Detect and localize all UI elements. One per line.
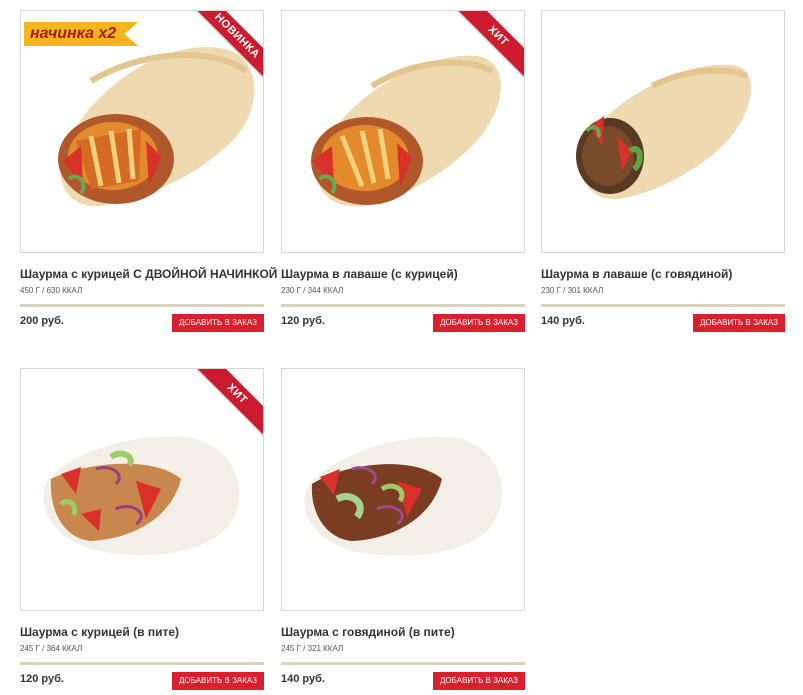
product-weight-kcal: 450 Г / 630 ККАЛ [20,286,83,295]
product-price: 120 руб. [20,673,64,685]
product-title[interactable]: Шаурма в лаваше (с курицей) [281,267,525,282]
add-to-order-button[interactable]: ДОБАВИТЬ В ЗАКАЗ [433,672,525,690]
ribbon-corner: ХИТ [454,11,524,81]
product-image[interactable]: начинка x2 НОВИНКА [20,10,264,253]
shawarma-wrap-image [576,64,751,200]
product-title[interactable]: Шаурма в лаваше (с говядиной) [541,267,785,282]
product-image[interactable] [281,368,525,611]
product-price: 140 руб. [541,315,585,327]
divider [541,304,785,307]
price-row: 120 руб. ДОБАВИТЬ В ЗАКАЗ [281,314,525,332]
product-card: ХИТ Шаурма с курицей (в пите) 245 Г / 36… [20,368,264,690]
product-weight-kcal: 245 Г / 321 ККАЛ [281,644,344,653]
price-row: 120 руб. ДОБАВИТЬ В ЗАКАЗ [20,672,264,690]
hit-ribbon: ХИТ [455,11,524,79]
product-card: Шаурма в лаваше (с говядиной) 230 Г / 30… [541,10,785,332]
ribbon-corner: НОВИНКА [193,11,263,81]
product-card: начинка x2 НОВИНКА Шаурма с курицей С ДВ… [20,10,277,332]
product-weight-kcal: 230 Г / 344 ККАЛ [281,286,344,295]
product-title[interactable]: Шаурма с говядиной (в пите) [281,625,525,640]
product-price: 120 руб. [281,315,325,327]
product-card: ХИТ Шаурма в лаваше (с курицей) 230 Г / … [281,10,525,332]
pita-shawarma-image [304,436,502,556]
add-to-order-button[interactable]: ДОБАВИТЬ В ЗАКАЗ [433,314,525,332]
ribbon-corner: ХИТ [193,369,263,439]
product-card: Шаурма с говядиной (в пите) 245 Г / 321 … [281,368,525,690]
add-to-order-button[interactable]: ДОБАВИТЬ В ЗАКАЗ [693,314,785,332]
divider [281,662,525,665]
divider [20,304,264,307]
divider [281,304,525,307]
product-weight-kcal: 230 Г / 301 ККАЛ [541,286,604,295]
product-weight-kcal: 245 Г / 364 ККАЛ [20,644,83,653]
price-row: 140 руб. ДОБАВИТЬ В ЗАКАЗ [281,672,525,690]
hit-ribbon: ХИТ [194,369,263,437]
product-image[interactable] [541,10,785,253]
new-ribbon: НОВИНКА [194,11,263,79]
product-title[interactable]: Шаурма с курицей (в пите) [20,625,264,640]
product-title[interactable]: Шаурма с курицей С ДВОЙНОЙ НАЧИНКОЙ [20,267,277,282]
product-price: 200 руб. [20,315,64,327]
price-row: 200 руб. ДОБАВИТЬ В ЗАКАЗ [20,314,264,332]
price-row: 140 руб. ДОБАВИТЬ В ЗАКАЗ [541,314,785,332]
product-image[interactable]: ХИТ [281,10,525,253]
promo-double-filling-badge: начинка x2 [24,22,139,46]
product-price: 140 руб. [281,673,325,685]
divider [20,662,264,665]
add-to-order-button[interactable]: ДОБАВИТЬ В ЗАКАЗ [172,672,264,690]
product-image[interactable]: ХИТ [20,368,264,611]
add-to-order-button[interactable]: ДОБАВИТЬ В ЗАКАЗ [172,314,264,332]
